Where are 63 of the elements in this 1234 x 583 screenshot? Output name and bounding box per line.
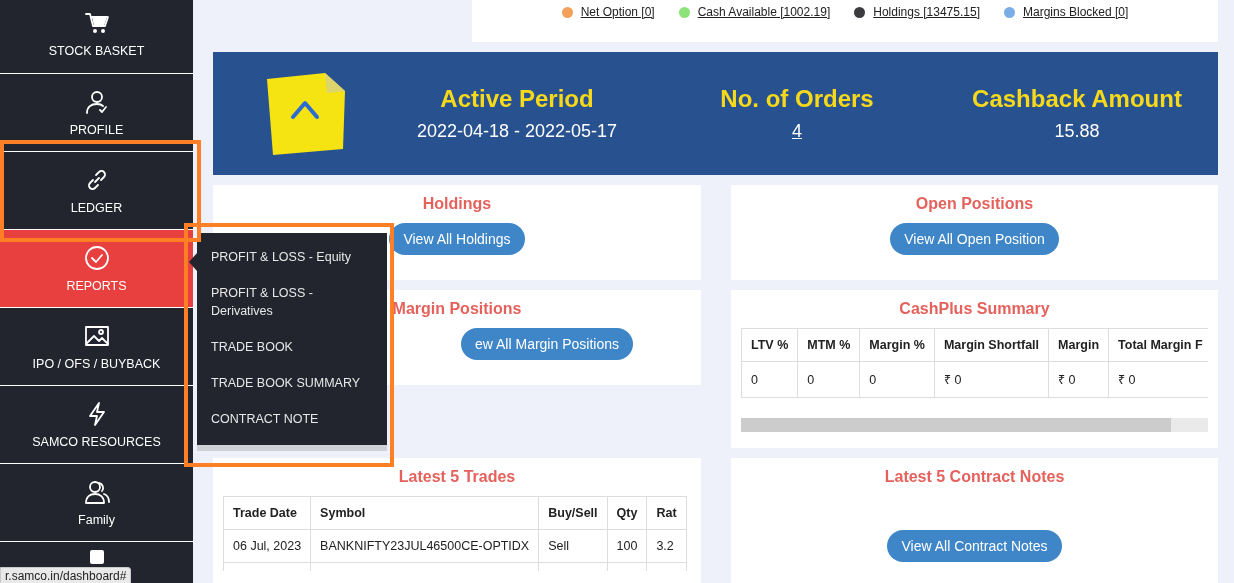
sidebar-label: SAMCO RESOURCES [32, 434, 161, 449]
card-title: Open Positions [915, 195, 1034, 213]
column-header: Trade Date [223, 496, 311, 530]
table-cell: ₹ 0 [1048, 361, 1109, 398]
table-cell: 0 [797, 361, 860, 398]
sidebar-item[interactable]: REPORTS [0, 229, 193, 307]
stat-title: No. of Orders [720, 84, 874, 113]
sidebar-item[interactable]: STOCK BASKET [0, 0, 193, 73]
table-cell: 3.2 [646, 529, 687, 563]
url-tooltip: r.samco.in/dashboard# [0, 567, 132, 583]
table-cell: 100 [607, 529, 647, 563]
stat-title: Active Period [440, 84, 594, 113]
table-cell: BANKNIFTY23JUL46500CE-OPTIDX [310, 529, 539, 563]
card-title: Margin Positions [392, 300, 522, 318]
view-all-button[interactable]: View All Open Position [890, 223, 1059, 255]
legend-link[interactable]: Cash Available [1002.19] [697, 5, 831, 19]
sidebar-label: STOCK BASKET [48, 44, 145, 58]
column-header: Margin Shortfall [934, 328, 1049, 362]
sidebar-label: Family [78, 512, 115, 527]
column-header: MTM % [797, 328, 860, 362]
column-header: Margin [1048, 328, 1109, 362]
legend-link[interactable]: Net Option [0] [580, 5, 655, 19]
column-header: LTV % [741, 328, 798, 362]
column-header: Margin % [859, 328, 935, 362]
column-header: Symbol [310, 496, 539, 530]
menu-item[interactable]: CONTRACT NOTE [197, 401, 387, 437]
menu-item[interactable]: TRADE BOOK [197, 329, 387, 365]
sidebar-label: IPO / OFS / BUYBACK [32, 356, 161, 371]
card-title: Holdings [422, 195, 492, 213]
column-header: Rat [646, 496, 687, 530]
column-header: Qty [607, 496, 647, 530]
users-icon [83, 478, 110, 505]
legend-link[interactable]: Margins Blocked [0] [1022, 5, 1129, 19]
stat-value: 2022-04-18 - 2022-05-17 [416, 120, 618, 142]
sidebar-label: REPORTS [66, 278, 127, 293]
view-all-button[interactable]: View All Contract Notes [887, 530, 1062, 562]
sidebar-label: PROFILE [69, 122, 124, 137]
column-header: Buy/Sell [538, 496, 608, 530]
user-icon [83, 88, 110, 115]
stat-value: 15.88 [1054, 120, 1100, 142]
sidebar-item[interactable]: Family [0, 463, 193, 541]
table-cell: 0 [859, 361, 935, 398]
sidebar-item[interactable]: IPO / OFS / BUYBACK [0, 307, 193, 385]
table-cell: 0 [741, 361, 798, 398]
menu-item[interactable]: PROFIT & LOSS - Equity [197, 239, 387, 275]
card-title: Latest 5 Contract Notes [884, 468, 1065, 486]
check-circle-icon [83, 244, 110, 271]
view-all-button[interactable]: ew All Margin Positions [461, 328, 633, 360]
column-header: Total Margin F [1108, 328, 1208, 362]
sidebar-item[interactable]: SAMCO RESOURCES [0, 385, 193, 463]
table-cell: ₹ 0 [934, 361, 1049, 398]
sidebar-item[interactable]: PROFILE [0, 73, 193, 151]
sidebar-label: LEDGER [70, 200, 123, 215]
card-title: CashPlus Summary [899, 300, 1050, 318]
table-cell: 06 Jul, 2023 [223, 529, 311, 563]
stat-title: Cashback Amount [972, 84, 1182, 113]
cart-icon [83, 10, 110, 36]
menu-item[interactable]: PROFIT & LOSS - Derivatives [197, 275, 387, 329]
table-cell: Sell [538, 529, 608, 563]
card-title: Latest 5 Trades [398, 468, 516, 486]
legend-link[interactable]: Holdings [13475.15] [873, 5, 980, 19]
menu-item[interactable]: TRADE BOOK SUMMARY [197, 365, 387, 401]
stat-link[interactable]: 4 [792, 120, 802, 142]
